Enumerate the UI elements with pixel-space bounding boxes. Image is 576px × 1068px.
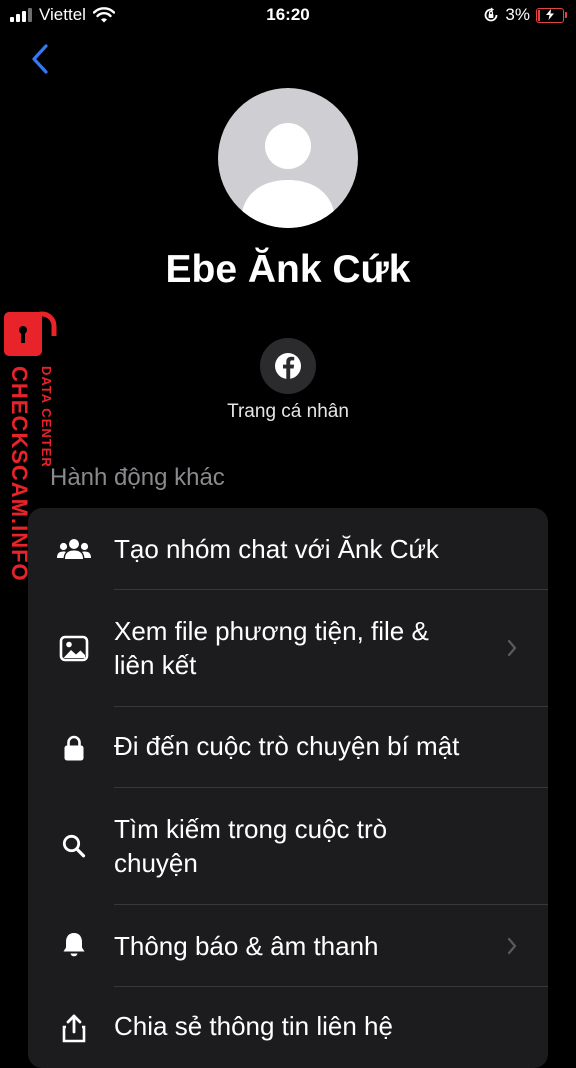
menu-item-label: Tìm kiếm trong cuộc trò chuyện [114,814,388,878]
battery-level-fill [538,9,540,21]
profile-name: Ebe Ănk Cứk [165,248,411,291]
group-icon [57,539,91,559]
orientation-lock-icon [485,7,498,22]
facebook-icon [275,353,301,379]
chevron-right-icon [507,937,517,955]
bolt-icon [546,8,554,20]
search-icon [62,834,86,858]
back-button[interactable] [26,42,56,76]
chevron-right-icon [507,639,517,657]
status-bar: Viettel 16:20 3% [0,0,576,30]
padlock-icon [4,311,57,356]
search-in-conversation-item[interactable]: Tìm kiếm trong cuộc trò chuyện [28,788,548,905]
section-header: Hành động khác [50,464,225,491]
lock-icon [64,735,84,761]
share-contact-info-item[interactable]: Chia sẻ thông tin liên hệ [28,987,548,1068]
share-icon [62,1014,86,1043]
view-media-files-links-item[interactable]: Xem file phương tiện, file & liên kết [28,590,548,707]
menu-item-label: Đi đến cuộc trò chuyện bí mật [114,731,460,761]
bell-icon [63,933,85,957]
menu-item-label: Chia sẻ thông tin liên hệ [114,1011,393,1041]
image-icon [59,635,89,662]
notifications-sounds-item[interactable]: Thông báo & âm thanh [28,905,548,987]
battery-percent: 3% [505,5,530,24]
default-person-icon [240,123,336,228]
menu-item-label: Xem file phương tiện, file & liên kết [114,616,429,680]
avatar[interactable] [218,88,358,228]
menu-item-label: Thông báo & âm thanh [114,931,379,961]
create-group-chat-item[interactable]: Tạo nhóm chat với Ănk Cứk [28,508,548,590]
profile-action-label: Trang cá nhân [227,401,349,422]
more-actions-card: Tạo nhóm chat với Ănk Cứk Xem file phươn… [28,508,548,1068]
status-right: 3% [483,5,567,25]
chevron-left-icon [32,44,48,74]
profile-page-button[interactable]: Trang cá nhân [188,338,388,428]
profile-action-circle[interactable] [260,338,316,394]
battery-charging-icon [536,7,567,23]
secret-conversation-item[interactable]: Đi đến cuộc trò chuyện bí mật [28,707,548,788]
menu-item-label: Tạo nhóm chat với Ănk Cứk [114,534,439,564]
